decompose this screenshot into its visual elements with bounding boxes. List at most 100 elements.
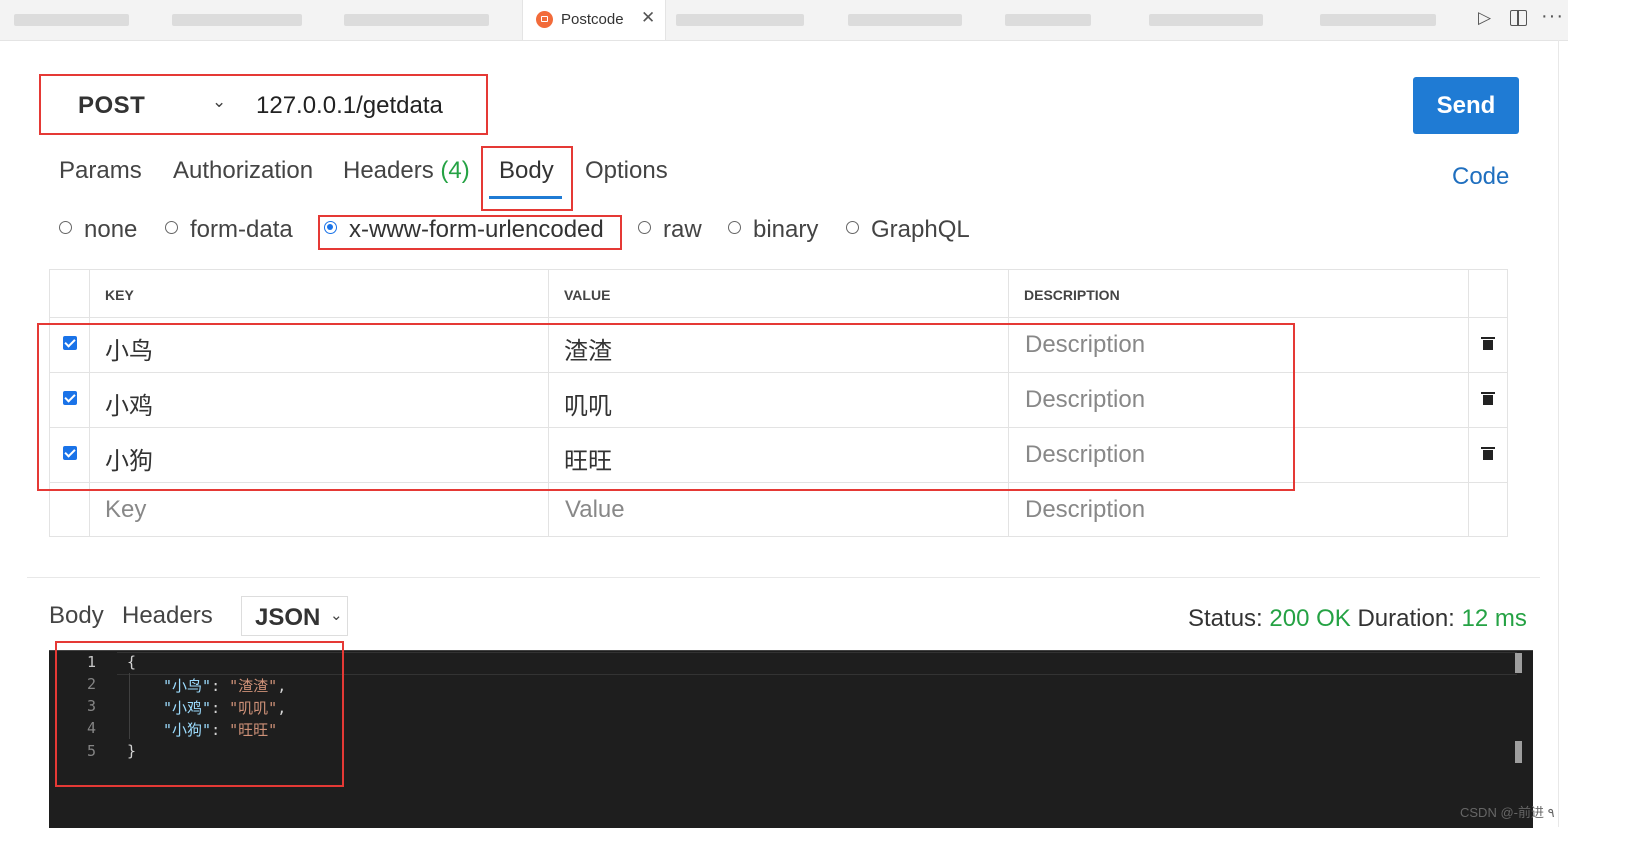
radio-label: form-data (190, 216, 293, 243)
row-divider (50, 427, 1507, 428)
radio-circle[interactable] (165, 220, 178, 234)
method-select[interactable]: POST (78, 92, 145, 120)
send-button[interactable]: Send (1413, 77, 1519, 134)
value-input[interactable]: 渣渣 (564, 331, 612, 366)
json-end: , (277, 699, 287, 717)
format-select[interactable]: JSON ⌄ (241, 596, 348, 636)
radio-form-data[interactable]: form-data (165, 215, 293, 245)
radio-label: none (84, 216, 138, 243)
chevron-down-icon[interactable]: ⌄ (212, 92, 226, 112)
description-input[interactable]: Description (1025, 386, 1145, 414)
row-checkbox[interactable] (63, 391, 77, 405)
line-number: 1 (87, 653, 97, 671)
radio-binary[interactable]: binary (728, 215, 818, 245)
more-icon[interactable]: ··· (1541, 5, 1564, 28)
response-tab-body[interactable]: Body (49, 602, 104, 630)
panel-edge (1558, 40, 1559, 827)
run-icon[interactable]: ▷ (1478, 8, 1491, 28)
value-input[interactable]: 旺旺 (564, 441, 612, 476)
format-label: JSON (255, 604, 321, 631)
key-input[interactable]: 小鸟 (105, 331, 153, 366)
status-label: Status: (1188, 605, 1263, 632)
json-sep: : (211, 699, 230, 717)
line-number: 5 (87, 742, 97, 760)
blurred-tab[interactable] (172, 14, 302, 26)
scrollbar-thumb[interactable] (1515, 741, 1522, 763)
new-value-input[interactable]: Value (565, 496, 625, 524)
radio-circle[interactable] (728, 220, 741, 234)
column-header-key: KEY (105, 287, 134, 303)
new-description-input[interactable]: Description (1025, 496, 1145, 524)
blurred-tab[interactable] (848, 14, 962, 26)
blurred-tab[interactable] (1320, 14, 1436, 26)
blurred-tab[interactable] (1149, 14, 1263, 26)
radio-circle[interactable] (846, 220, 859, 234)
radio-raw[interactable]: raw (638, 215, 702, 245)
line-number-gutter: 1 2 3 4 5 (49, 651, 117, 828)
json-value: "旺旺" (229, 721, 278, 739)
blurred-tab[interactable] (676, 14, 804, 26)
code-brace-close: } (127, 742, 137, 760)
column-divider (1008, 270, 1009, 536)
tab-postcode[interactable]: Postcode ✕ (522, 0, 666, 40)
json-key: "小鸡" (163, 699, 212, 717)
json-value: "叽叽" (229, 699, 278, 717)
section-divider (27, 577, 1540, 578)
column-header-value: VALUE (564, 287, 611, 303)
row-checkbox[interactable] (63, 446, 77, 460)
radio-label: x-www-form-urlencoded (349, 216, 604, 243)
blurred-tab[interactable] (344, 14, 489, 26)
row-divider (50, 317, 1507, 318)
row-divider (50, 372, 1507, 373)
scrollbar-thumb[interactable] (1515, 653, 1522, 673)
headers-count-badge: (4) (440, 157, 470, 184)
trash-icon[interactable] (1481, 447, 1495, 460)
status-line: Status: 200 OK Duration: 12 ms (1188, 605, 1527, 633)
tab-headers[interactable]: Headers (4) (343, 157, 470, 185)
status-value: 200 OK (1269, 605, 1351, 632)
json-key: "小鸟" (163, 677, 212, 695)
url-input[interactable]: 127.0.0.1/getdata (256, 92, 443, 120)
blurred-tab[interactable] (14, 14, 129, 26)
column-divider (89, 270, 90, 536)
code-line: "小鸟": "渣渣", (163, 675, 286, 696)
radio-urlencoded[interactable]: x-www-form-urlencoded (324, 215, 604, 245)
radio-graphql[interactable]: GraphQL (846, 215, 970, 245)
postcode-tab-icon (536, 11, 553, 28)
row-checkbox[interactable] (63, 336, 77, 350)
radio-label: GraphQL (871, 216, 970, 243)
trash-icon[interactable] (1481, 392, 1495, 405)
new-key-input[interactable]: Key (105, 496, 146, 524)
key-input[interactable]: 小鸡 (105, 386, 153, 421)
watermark: CSDN @-前进 ٩ (1460, 805, 1555, 820)
column-divider (1468, 270, 1469, 536)
line-number: 4 (87, 719, 97, 737)
response-editor[interactable]: 1 2 3 4 5 { "小鸟": "渣渣", "小鸡": "叽叽", "小狗"… (49, 650, 1533, 828)
trash-icon[interactable] (1481, 337, 1495, 350)
code-link[interactable]: Code (1452, 163, 1509, 191)
radio-circle[interactable] (638, 220, 651, 234)
response-tab-headers[interactable]: Headers (122, 602, 213, 630)
code-line: "小鸡": "叽叽", (163, 697, 286, 718)
radio-circle[interactable] (59, 220, 72, 234)
blurred-tab[interactable] (1005, 14, 1091, 26)
split-editor-icon[interactable] (1510, 10, 1527, 26)
close-icon[interactable]: ✕ (641, 8, 655, 28)
json-sep: : (211, 721, 230, 739)
radio-none[interactable]: none (59, 215, 137, 245)
current-line-highlight (117, 652, 1517, 675)
tab-body[interactable]: Body (499, 157, 554, 185)
radio-label: binary (753, 216, 819, 243)
radio-circle-selected[interactable] (324, 220, 337, 234)
description-input[interactable]: Description (1025, 441, 1145, 469)
description-input[interactable]: Description (1025, 331, 1145, 359)
radio-label: raw (663, 216, 702, 243)
json-end: , (277, 677, 287, 695)
tab-options[interactable]: Options (585, 157, 668, 185)
params-table: KEY VALUE DESCRIPTION 小鸟 渣渣 Description … (49, 269, 1508, 537)
key-input[interactable]: 小狗 (105, 441, 153, 476)
editor-tab-bar: Postcode ✕ ▷ ··· (0, 0, 1568, 41)
tab-params[interactable]: Params (59, 157, 142, 185)
value-input[interactable]: 叽叽 (564, 386, 612, 421)
tab-authorization[interactable]: Authorization (173, 157, 313, 185)
